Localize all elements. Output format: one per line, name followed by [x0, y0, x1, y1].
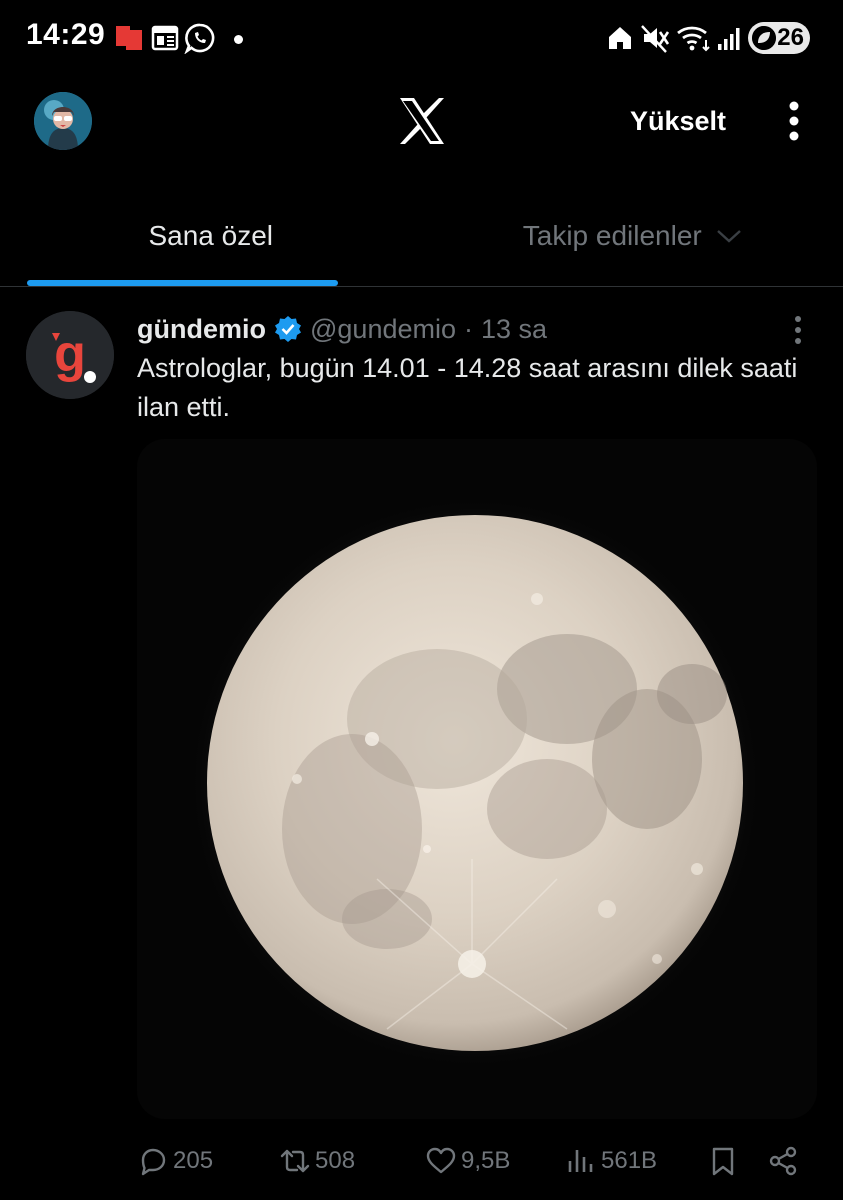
heart-icon: [426, 1147, 456, 1174]
reply-icon: [141, 1148, 166, 1176]
more-notifications-dot: [234, 35, 243, 44]
views-chart-icon: [568, 1150, 593, 1172]
like-button[interactable]: 9,5B: [425, 1141, 510, 1181]
author-handle[interactable]: @gundemio: [310, 314, 456, 345]
screen: 14:29 26 Yükselt Sana özel Takip edilenl…: [0, 0, 843, 1200]
tab-following-label: Takip edilenler: [522, 220, 702, 251]
full-moon-photo: [137, 439, 817, 1119]
battery-icon: 26: [748, 22, 810, 54]
bookmark-button[interactable]: [707, 1141, 739, 1181]
share-icon: [769, 1146, 797, 1176]
active-tab-indicator: [27, 280, 338, 286]
tweet-actions: 205 508 9,5B 561B: [137, 1141, 817, 1181]
tab-for-you[interactable]: Sana özel: [0, 186, 422, 286]
profile-avatar[interactable]: [34, 92, 92, 150]
home-icon: [609, 27, 631, 49]
share-button[interactable]: [767, 1141, 799, 1181]
app-header: Yükselt: [0, 76, 843, 186]
retweet-icon: [280, 1149, 310, 1173]
battery-saver-icon: [752, 26, 776, 50]
mute-icon: [641, 25, 670, 53]
tab-following[interactable]: Takip edilenler: [422, 186, 843, 286]
profile-avatar-picture: [34, 92, 92, 150]
retweet-count: 508: [315, 1147, 356, 1174]
reply-count: 205: [173, 1147, 214, 1174]
red-notification-icon: [116, 26, 142, 50]
chevron-down-icon[interactable]: [716, 228, 742, 244]
reply-button[interactable]: 205: [137, 1141, 213, 1181]
tweet-text: Astrologlar, bugün 14.01 - 14.28 saat ar…: [137, 353, 798, 422]
tweet-media-image[interactable]: [137, 439, 817, 1119]
battery-level: 26: [777, 24, 804, 51]
tweet-more-icon[interactable]: [786, 313, 810, 347]
tweet-timestamp[interactable]: 13 sa: [481, 314, 547, 345]
news-icon: [151, 25, 179, 51]
signal-icon: [718, 28, 740, 50]
wifi-icon: [677, 26, 710, 52]
feed-tabs: Sana özel Takip edilenler: [0, 186, 843, 287]
tweet[interactable]: g gündemio @gundemio · 13 sa Astrologlar…: [0, 287, 843, 1200]
gundemio-logo-icon: g: [26, 311, 114, 399]
upgrade-button[interactable]: Yükselt: [616, 100, 740, 142]
x-logo-icon[interactable]: [396, 96, 448, 146]
status-bar: 14:29 26: [0, 0, 843, 76]
whatsapp-icon: [184, 23, 215, 54]
tweet-header: gündemio @gundemio · 13 sa: [137, 309, 763, 349]
vertical-ellipsis-icon[interactable]: [778, 98, 810, 144]
views-button[interactable]: 561B: [565, 1141, 657, 1181]
header-separator: ·: [464, 313, 473, 344]
views-count: 561B: [601, 1147, 658, 1174]
bookmark-icon: [712, 1147, 734, 1176]
author-display-name[interactable]: gündemio: [137, 314, 266, 345]
verified-badge-icon: [275, 316, 301, 342]
retweet-button[interactable]: 508: [279, 1141, 355, 1181]
tab-for-you-label: Sana özel: [148, 220, 274, 251]
like-count: 9,5B: [461, 1147, 511, 1174]
status-time: 14:29: [26, 18, 106, 51]
tweet-author-avatar[interactable]: g: [26, 311, 114, 399]
